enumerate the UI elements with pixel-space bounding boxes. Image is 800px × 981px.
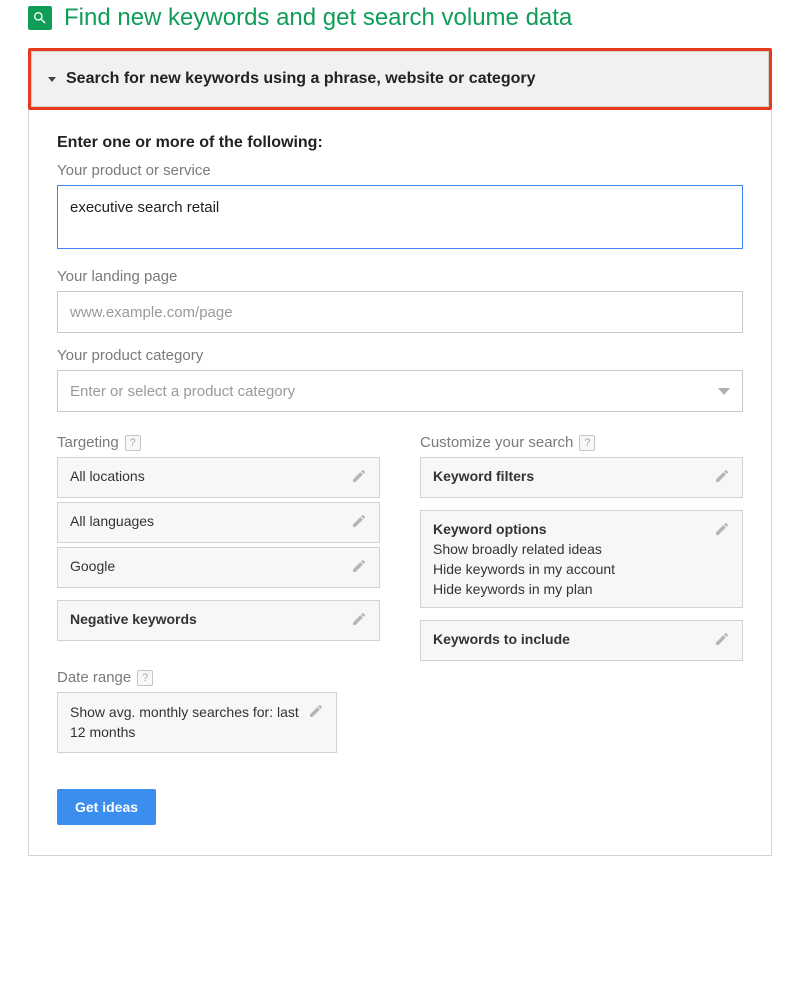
pencil-icon — [714, 468, 730, 487]
help-icon[interactable]: ? — [137, 670, 153, 686]
pencil-icon — [714, 521, 730, 540]
keywords-include-chip[interactable]: Keywords to include — [420, 620, 743, 661]
options-columns: Targeting ? All locations All languages … — [57, 434, 743, 753]
targeting-label-text: Targeting — [57, 434, 119, 451]
targeting-locations-chip[interactable]: All locations — [57, 457, 380, 498]
search-icon — [28, 6, 52, 30]
targeting-locations-text: All locations — [70, 468, 145, 484]
targeting-languages-text: All languages — [70, 513, 154, 529]
category-placeholder: Enter or select a product category — [70, 383, 295, 400]
help-icon[interactable]: ? — [125, 435, 141, 451]
daterange-text: Show avg. monthly searches for: last 12 … — [70, 703, 308, 742]
targeting-languages-chip[interactable]: All languages — [57, 502, 380, 543]
pencil-icon — [351, 513, 367, 532]
page-header: Find new keywords and get search volume … — [28, 0, 772, 48]
targeting-negative-text: Negative keywords — [70, 611, 197, 627]
customize-label: Customize your search ? — [420, 434, 743, 451]
targeting-network-text: Google — [70, 558, 115, 574]
intro-text: Enter one or more of the following: — [57, 134, 743, 152]
product-label: Your product or service — [57, 162, 743, 179]
pencil-icon — [351, 611, 367, 630]
daterange-label-text: Date range — [57, 669, 131, 686]
landing-label: Your landing page — [57, 268, 743, 285]
accordion-title: Search for new keywords using a phrase, … — [66, 70, 536, 88]
keyword-options-title: Keyword options — [433, 521, 615, 537]
daterange-chip[interactable]: Show avg. monthly searches for: last 12 … — [57, 692, 337, 753]
keyword-options-lines: Keyword options Show broadly related ide… — [433, 521, 615, 597]
chevron-down-icon — [718, 388, 730, 395]
keyword-filters-chip[interactable]: Keyword filters — [420, 457, 743, 498]
accordion-panel: Enter one or more of the following: Your… — [28, 110, 772, 856]
pencil-icon — [308, 703, 324, 722]
accordion-header[interactable]: Search for new keywords using a phrase, … — [31, 51, 769, 107]
get-ideas-button[interactable]: Get ideas — [57, 789, 156, 825]
keyword-options-chip[interactable]: Keyword options Show broadly related ide… — [420, 510, 743, 608]
category-select[interactable]: Enter or select a product category — [57, 370, 743, 412]
targeting-column: Targeting ? All locations All languages … — [57, 434, 380, 753]
product-input[interactable] — [57, 185, 743, 249]
page-title: Find new keywords and get search volume … — [64, 4, 572, 32]
targeting-label: Targeting ? — [57, 434, 380, 451]
targeting-network-chip[interactable]: Google — [57, 547, 380, 588]
keyword-filters-text: Keyword filters — [433, 468, 534, 484]
keywords-include-text: Keywords to include — [433, 631, 570, 647]
keyword-options-sub3: Hide keywords in my plan — [433, 581, 615, 597]
landing-input[interactable]: www.example.com/page — [57, 291, 743, 333]
targeting-negative-chip[interactable]: Negative keywords — [57, 600, 380, 641]
help-icon[interactable]: ? — [579, 435, 595, 451]
caret-down-icon — [48, 77, 56, 82]
category-label: Your product category — [57, 347, 743, 364]
pencil-icon — [351, 468, 367, 487]
customize-column: Customize your search ? Keyword filters … — [420, 434, 743, 753]
pencil-icon — [714, 631, 730, 650]
pencil-icon — [351, 558, 367, 577]
customize-label-text: Customize your search — [420, 434, 573, 451]
keyword-options-sub2: Hide keywords in my account — [433, 561, 615, 577]
daterange-label: Date range ? — [57, 669, 380, 686]
keyword-options-sub1: Show broadly related ideas — [433, 541, 615, 557]
accordion-header-highlight: Search for new keywords using a phrase, … — [28, 48, 772, 110]
